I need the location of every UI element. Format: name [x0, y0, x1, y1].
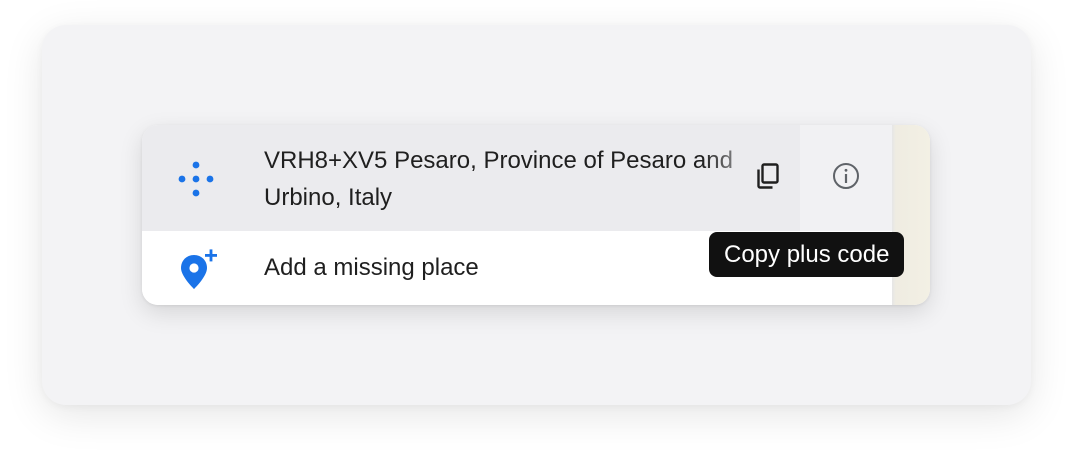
copy-plus-code-button[interactable]: [736, 125, 800, 231]
search-result-panel: VRH8+XV5 Pesaro, Province of Pesaro and …: [142, 125, 930, 305]
info-icon: [831, 161, 861, 196]
plus-code-icon: [176, 159, 216, 199]
copy-plus-code-tooltip: Copy plus code: [709, 232, 905, 277]
map-edge: [892, 125, 930, 305]
add-missing-place-label: Add a missing place: [264, 254, 479, 281]
plus-code-row[interactable]: VRH8+XV5 Pesaro, Province of Pesaro and …: [142, 125, 892, 231]
info-button[interactable]: [800, 125, 892, 231]
plus-code-address: VRH8+XV5 Pesaro, Province of Pesaro and …: [264, 147, 733, 211]
copy-icon: [753, 161, 783, 196]
add-location-icon: [178, 248, 218, 292]
